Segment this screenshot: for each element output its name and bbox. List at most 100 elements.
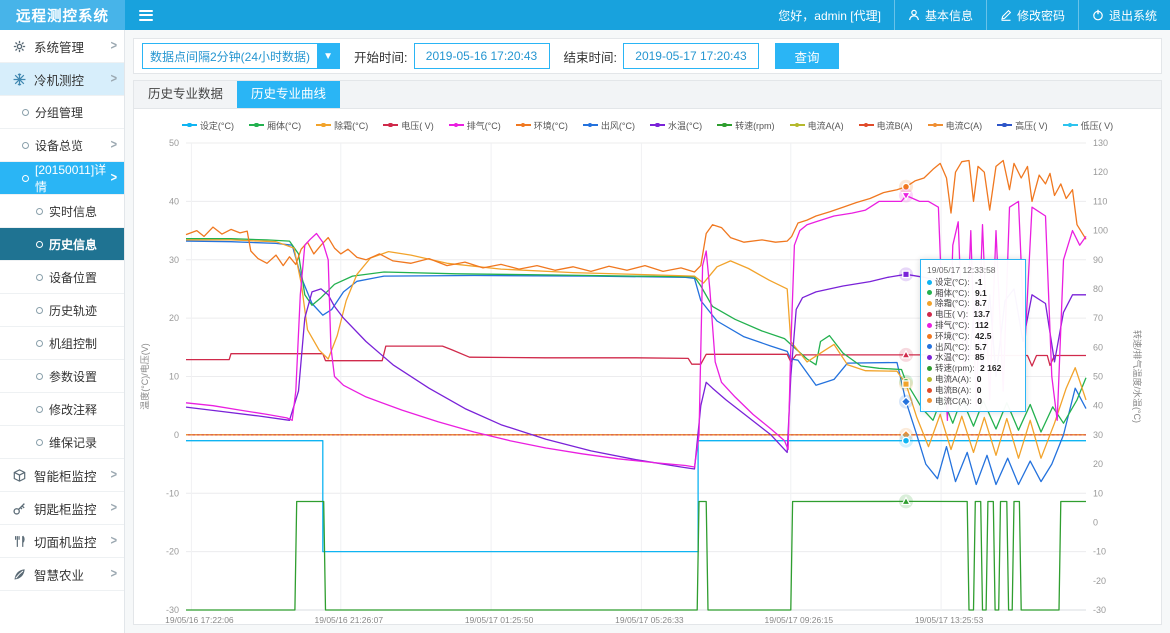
- series-line-环境(°C): [186, 161, 1086, 273]
- chevron-right-icon: >: [111, 39, 117, 53]
- chevron-right-icon: >: [111, 534, 117, 548]
- sidebar-item-钥匙柜监控[interactable]: 钥匙柜监控>: [0, 492, 124, 525]
- tooltip-row: 厢体(°C): 9.1: [927, 288, 1019, 299]
- tooltip-row: 排气(°C): 112: [927, 320, 1019, 331]
- sidebar-item-系统管理[interactable]: 系统管理>: [0, 30, 124, 63]
- history-panel: 历史专业数据历史专业曲线 设定(°C) 厢体(°C) 除霜(°C) 电压( V) 排气(…: [133, 80, 1162, 625]
- tooltip-row: 电流C(A): 0: [927, 396, 1019, 407]
- tooltip-time: 19/05/17 12:33:58: [927, 265, 1019, 276]
- tab-bar: 历史专业数据历史专业曲线: [134, 81, 1161, 109]
- end-time-input[interactable]: [623, 43, 759, 69]
- svg-text:90: 90: [1093, 255, 1103, 265]
- legend-item-12[interactable]: 电流C(A): [928, 119, 983, 132]
- legend-item-14[interactable]: 低压( V): [1063, 119, 1114, 132]
- chart-legend: 设定(°C) 厢体(°C) 除霜(°C) 电压( V) 排气(°C) 环境(°C) 出风(°…: [134, 109, 1161, 132]
- tooltip-row: 水温(°C): 85: [927, 352, 1019, 363]
- sidebar-item-label: 实时信息: [49, 203, 97, 220]
- legend-item-10[interactable]: 电流A(A): [790, 119, 844, 132]
- sidebar-item-label: 维保记录: [49, 434, 97, 451]
- user-menu-item-2[interactable]: 修改密码: [986, 0, 1078, 30]
- legend-item-6[interactable]: 环境(°C): [516, 119, 568, 132]
- series-dot-icon: [927, 377, 932, 382]
- legend-item-3[interactable]: 除霜(°C): [316, 119, 368, 132]
- sidebar-item-设备总览[interactable]: 设备总览>: [0, 129, 124, 162]
- tab-1[interactable]: 历史专业数据: [134, 81, 237, 108]
- sidebar-item-智能柜监控[interactable]: 智能柜监控>: [0, 459, 124, 492]
- sidebar-item-维保记录[interactable]: 维保记录: [0, 426, 124, 459]
- right-axis-title: 转速/排气温度/水温(°C): [1132, 330, 1143, 423]
- user-menu-item-3[interactable]: 退出系统: [1078, 0, 1170, 30]
- hamburger-menu-icon[interactable]: [125, 0, 167, 30]
- snowflake-icon: [12, 72, 26, 86]
- sidebar-item-实时信息[interactable]: 实时信息: [0, 195, 124, 228]
- svg-text:40: 40: [169, 196, 179, 206]
- legend-item-8[interactable]: 水温(°C): [650, 119, 702, 132]
- leaf-icon: [12, 567, 26, 581]
- svg-text:50: 50: [1093, 372, 1103, 382]
- legend-item-7[interactable]: 出风(°C): [583, 119, 635, 132]
- query-toolbar: 数据点间隔2分钟(24小时数据) ▼ 开始时间: 结束时间: 查询: [133, 38, 1162, 74]
- sidebar-item-修改注释[interactable]: 修改注释: [0, 393, 124, 426]
- user-greeting: 您好，admin [代理]: [765, 0, 894, 30]
- sidebar-item-label: 历史轨迹: [49, 302, 97, 319]
- svg-text:10: 10: [1093, 488, 1103, 498]
- legend-item-13[interactable]: 高压( V): [997, 119, 1048, 132]
- end-time-label: 结束时间:: [564, 47, 617, 66]
- series-dot-icon: [927, 312, 932, 317]
- svg-text:-30: -30: [1093, 605, 1106, 615]
- sidebar-item-分组管理[interactable]: 分组管理: [0, 96, 124, 129]
- series-dot-icon: [927, 301, 932, 306]
- legend-item-9[interactable]: 转速(rpm): [717, 119, 775, 132]
- app-title: 远程测控系统: [0, 0, 125, 30]
- start-time-label: 开始时间:: [354, 47, 407, 66]
- sidebar-item-智慧农业[interactable]: 智慧农业>: [0, 558, 124, 591]
- sidebar-item-历史轨迹[interactable]: 历史轨迹: [0, 294, 124, 327]
- sidebar-item-label: 分组管理: [35, 104, 83, 121]
- query-button[interactable]: 查询: [775, 43, 839, 69]
- chevron-down-icon: ▼: [317, 44, 339, 68]
- user-menu-item-1[interactable]: 基本信息: [894, 0, 986, 30]
- svg-text:60: 60: [1093, 342, 1103, 352]
- bullet-icon: [22, 142, 29, 149]
- tab-2[interactable]: 历史专业曲线: [237, 81, 340, 108]
- legend-marker-icon: [997, 124, 1012, 126]
- svg-text:-20: -20: [166, 547, 179, 557]
- legend-marker-icon: [316, 124, 331, 126]
- legend-marker-icon: [449, 124, 464, 126]
- sidebar-item-设备位置[interactable]: 设备位置: [0, 261, 124, 294]
- legend-item-4[interactable]: 电压( V): [383, 119, 434, 132]
- chevron-right-icon: >: [111, 468, 117, 482]
- legend-item-1[interactable]: 设定(°C): [182, 119, 234, 132]
- svg-text:20: 20: [1093, 459, 1103, 469]
- svg-text:19/05/16 17:22:06: 19/05/16 17:22:06: [165, 615, 234, 625]
- sidebar-item-参数设置[interactable]: 参数设置: [0, 360, 124, 393]
- sidebar-item-切面机监控[interactable]: 切面机监控>: [0, 525, 124, 558]
- sidebar-item-机组控制[interactable]: 机组控制: [0, 327, 124, 360]
- start-time-input[interactable]: [414, 43, 550, 69]
- series-dot-icon: [927, 398, 932, 403]
- bullet-icon: [36, 373, 43, 380]
- legend-marker-icon: [1063, 124, 1078, 126]
- legend-marker-icon: [182, 124, 197, 126]
- bullet-icon: [36, 274, 43, 281]
- sidebar-item-20150011详情[interactable]: [20150011]详情>: [0, 162, 124, 195]
- interval-select-value: 数据点间隔2分钟(24小时数据): [143, 44, 317, 68]
- sidebar-item-历史信息[interactable]: 历史信息: [0, 228, 124, 261]
- svg-text:19/05/17 13:25:53: 19/05/17 13:25:53: [915, 615, 984, 625]
- chevron-right-icon: >: [111, 171, 117, 185]
- legend-item-5[interactable]: 排气(°C): [449, 119, 501, 132]
- sidebar-item-label: 机组控制: [49, 335, 97, 352]
- svg-text:80: 80: [1093, 284, 1103, 294]
- left-axis-title: 温度(°C)/电压(V): [139, 343, 150, 410]
- series-dot-icon: [927, 366, 932, 371]
- legend-marker-icon: [249, 124, 264, 126]
- legend-item-2[interactable]: 厢体(°C): [249, 119, 301, 132]
- interval-select[interactable]: 数据点间隔2分钟(24小时数据) ▼: [142, 43, 340, 69]
- key-icon: [12, 501, 26, 515]
- series-dot-icon: [927, 334, 932, 339]
- legend-item-11[interactable]: 电流B(A): [859, 119, 913, 132]
- sidebar-item-冷机测控[interactable]: 冷机测控>: [0, 63, 124, 96]
- tooltip-row: 环境(°C): 42.5: [927, 331, 1019, 342]
- series-dot-icon: [927, 280, 932, 285]
- series-dot-icon: [927, 355, 932, 360]
